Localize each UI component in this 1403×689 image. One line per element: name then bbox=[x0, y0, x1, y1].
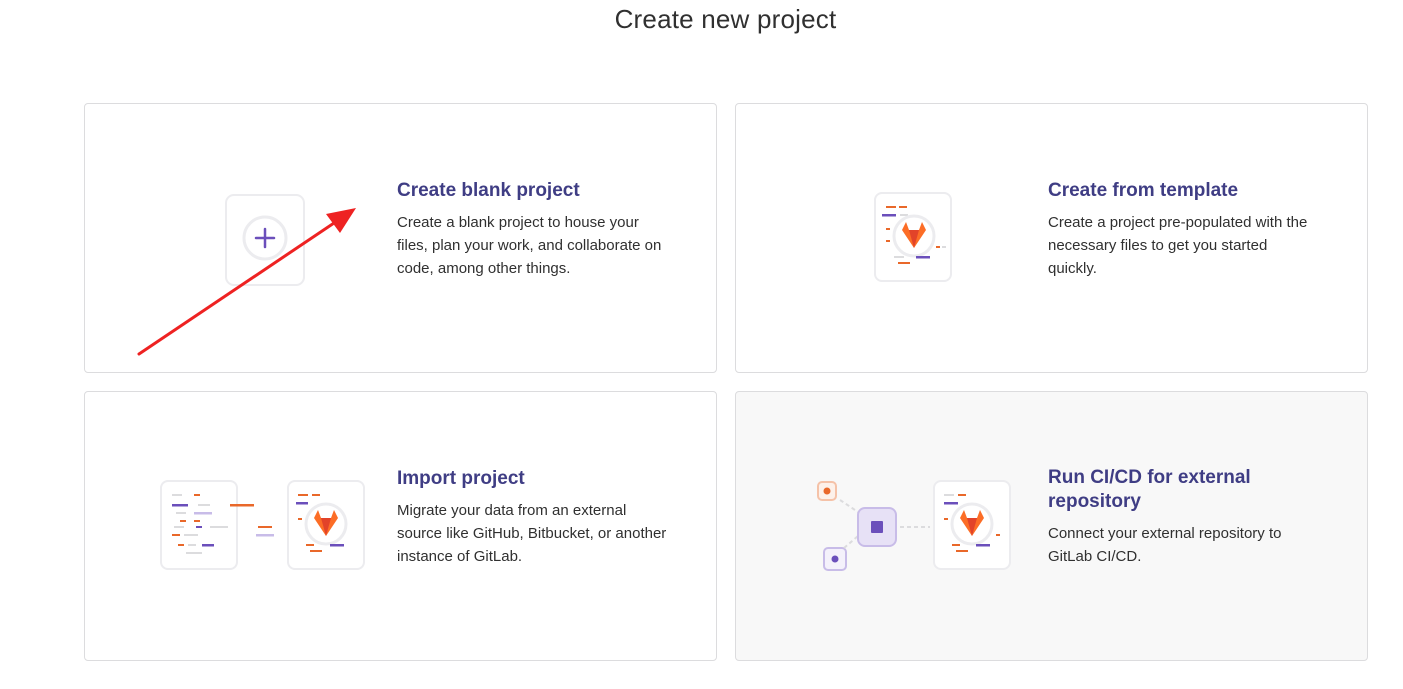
import-project-title: Import project bbox=[397, 468, 525, 489]
plus-icon bbox=[225, 194, 305, 286]
create-from-template-description: Create a project pre-populated with the … bbox=[1048, 214, 1308, 277]
run-cicd-external-repo-card[interactable]: Run CI/CD for external repository Connec… bbox=[735, 391, 1368, 661]
cicd-icon bbox=[817, 480, 1011, 571]
run-cicd-title: Run CI/CD for external repository bbox=[1048, 467, 1251, 512]
run-cicd-description: Connect your external repository to GitL… bbox=[1048, 525, 1282, 565]
import-project-description: Migrate your data from an external sourc… bbox=[397, 502, 667, 565]
create-blank-project-title: Create blank project bbox=[397, 180, 580, 201]
import-icon bbox=[160, 480, 365, 570]
import-project-card[interactable]: Import project Migrate your data from an… bbox=[84, 391, 717, 661]
create-blank-project-description: Create a blank project to house your fil… bbox=[397, 214, 662, 277]
page-title: Create new project bbox=[614, 4, 837, 34]
create-from-template-card[interactable]: Create from template Create a project pr… bbox=[735, 103, 1368, 373]
template-icon bbox=[874, 192, 952, 282]
create-blank-project-card[interactable]: Create blank project Create a blank proj… bbox=[84, 103, 717, 373]
create-from-template-title: Create from template bbox=[1048, 180, 1239, 201]
